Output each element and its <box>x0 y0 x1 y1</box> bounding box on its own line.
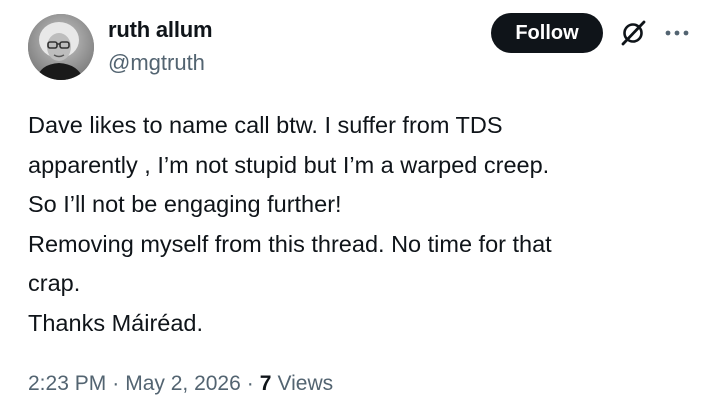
tweet-card: ruth allum @mgtruth Follow Dave likes to… <box>0 0 720 405</box>
tweet-line: So I’ll not be engaging further! <box>28 191 342 217</box>
avatar[interactable] <box>28 14 94 80</box>
tweet-line: Removing myself from this thread. No tim… <box>28 230 552 257</box>
avatar-photo <box>28 14 94 80</box>
more-dots-icon[interactable] <box>662 18 692 48</box>
tweet-line: apparently , I’m not stupid but I’m a wa… <box>28 151 550 178</box>
tweet-line: Dave likes to name call btw. I suffer fr… <box>28 112 503 138</box>
tweet-meta: 2:23 PM · May 2, 2026 · 7 Views <box>28 372 333 396</box>
tweet-line: Thanks Máiréad. <box>28 309 204 336</box>
follow-button[interactable]: Follow <box>491 13 603 53</box>
tweet-line: crap. <box>28 270 81 296</box>
meta-separator: · <box>246 372 254 395</box>
views-label[interactable]: Views <box>277 372 333 396</box>
views-count[interactable]: 7 <box>260 372 272 396</box>
author-handle[interactable]: @mgtruth <box>108 50 205 76</box>
tweet-time[interactable]: 2:23 PM <box>28 372 106 396</box>
author-name[interactable]: ruth allum <box>108 17 213 43</box>
tweet-text: Dave likes to name call btw. I suffer fr… <box>28 106 698 343</box>
tweet-date[interactable]: May 2, 2026 <box>125 372 241 396</box>
meta-separator: · <box>112 372 120 395</box>
slashed-circle-icon[interactable] <box>618 18 648 48</box>
